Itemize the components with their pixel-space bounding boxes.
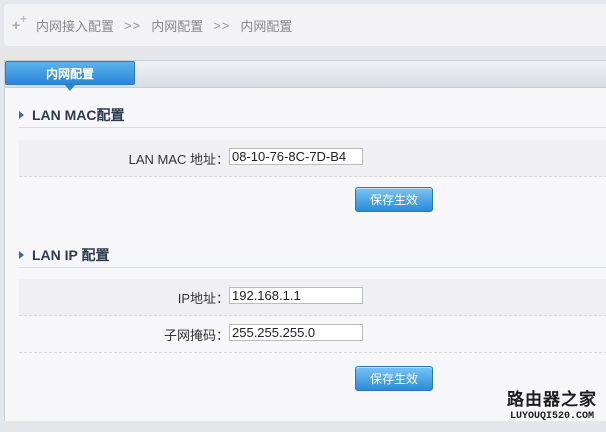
ip-address-label: IP地址： [177,291,229,306]
ip-section-title: LAN IP 配置 [19,245,110,265]
section-divider [19,267,606,268]
tab-lan-config[interactable]: 内网配置 [5,61,135,85]
mac-section-title-text: LAN MAC配置 [32,107,125,123]
breadcrumb-separator: >> [213,17,231,33]
subnet-mask-row: 子网掩码： 255.255.255.0 [19,316,606,353]
breadcrumb-separator: >> [124,17,142,33]
add-icon: + + [12,12,28,33]
section-divider [19,127,606,128]
site-watermark: 路由器之家 LUYOUQI520.COM [502,390,602,430]
mac-address-input[interactable]: 08-10-76-8C-7D-B4 [229,148,363,165]
subnet-mask-label: 子网掩码： [163,328,229,343]
triangle-right-icon [19,251,24,259]
breadcrumb: + + 内网接入配置 >> 内网配置 >> 内网配置 [4,4,606,46]
watermark-url: LUYOUQI520.COM [509,411,594,422]
mac-save-button[interactable]: 保存生效 [355,187,433,212]
breadcrumb-item-3: 内网配置 [240,18,293,34]
config-panel: 内网配置 LAN MAC配置 LAN MAC 地址： 08-10-76-8C-7… [4,60,606,421]
tab-pointer-icon [65,85,75,91]
mac-address-label: LAN MAC 地址： [128,152,229,167]
mac-address-row: LAN MAC 地址： 08-10-76-8C-7D-B4 [19,140,606,177]
ip-section-title-text: LAN IP 配置 [32,247,110,263]
subnet-mask-input[interactable]: 255.255.255.0 [229,324,363,341]
panel-tab-bar: 内网配置 [5,61,606,91]
breadcrumb-item-2[interactable]: 内网配置 [151,16,203,35]
breadcrumb-item-1[interactable]: 内网接入配置 [36,16,114,35]
ip-address-input[interactable]: 192.168.1.1 [229,287,363,304]
ip-address-row: IP地址： 192.168.1.1 [19,279,606,316]
watermark-title: 路由器之家 [507,390,597,409]
ip-save-button[interactable]: 保存生效 [355,366,433,391]
mac-section-title: LAN MAC配置 [19,105,125,125]
triangle-right-icon [19,111,24,119]
